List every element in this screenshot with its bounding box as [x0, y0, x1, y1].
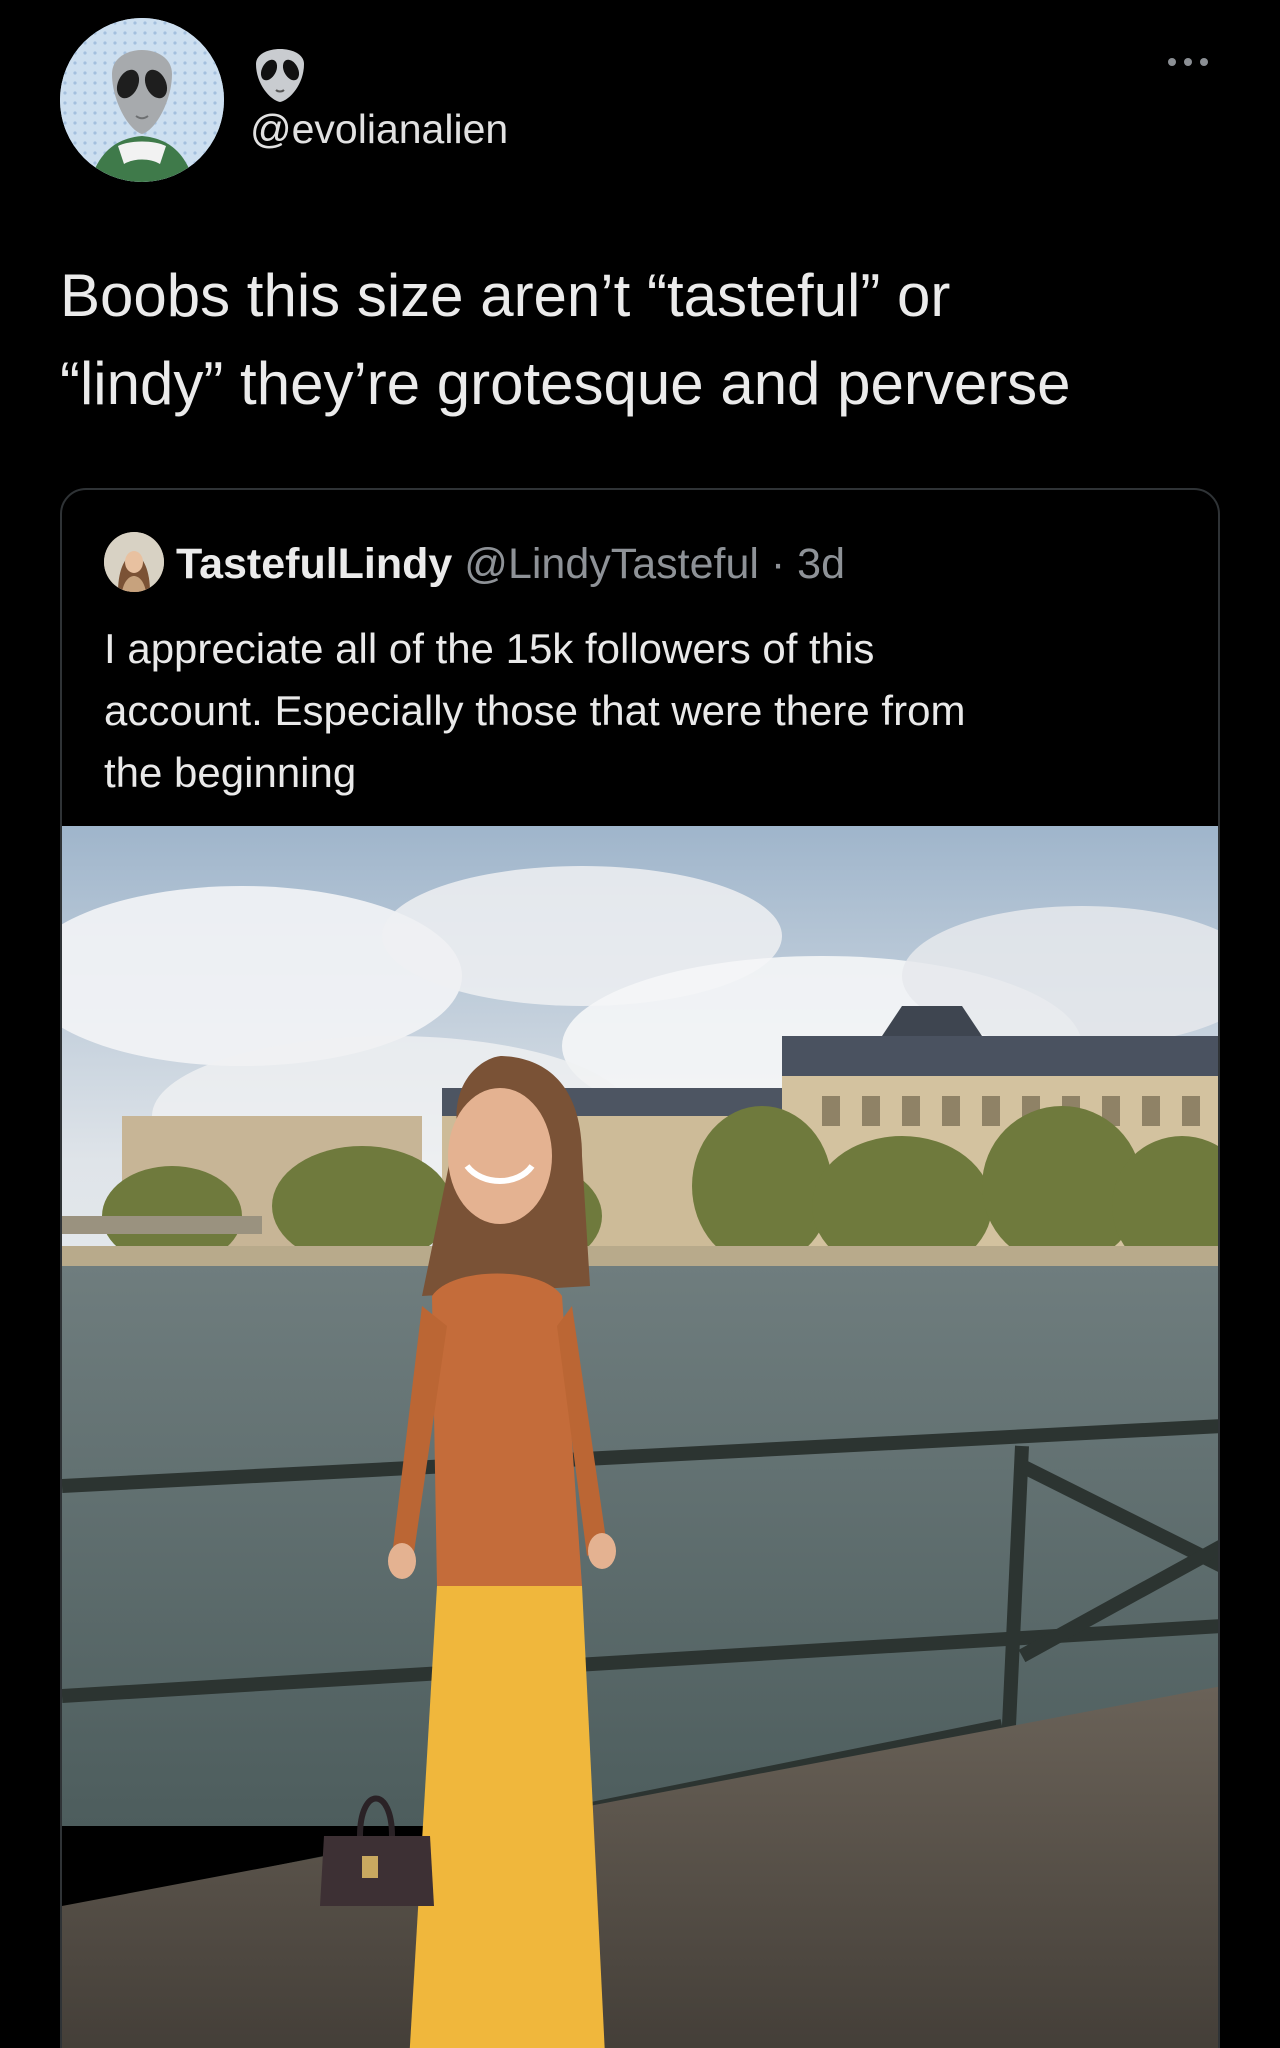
quoted-tweet-text: I appreciate all of the 15k followers of…: [104, 625, 966, 796]
quoted-tweet-header: TastefulLindy @LindyTasteful · 3d: [176, 540, 845, 589]
quoted-timestamp[interactable]: 3d: [797, 540, 845, 588]
author-handle[interactable]: @evolianalien: [250, 106, 508, 153]
more-options-icon[interactable]: [1168, 52, 1216, 72]
quoted-handle[interactable]: @LindyTasteful: [464, 540, 759, 588]
dot: [1184, 58, 1192, 66]
alien-avatar-icon: [60, 18, 224, 182]
dot: [1200, 58, 1208, 66]
alien-emoji-icon: [252, 40, 308, 104]
dot: [1168, 58, 1176, 66]
separator-dot: ·: [758, 540, 798, 588]
author-avatar[interactable]: [60, 18, 224, 182]
profile-photo-icon: [104, 532, 164, 592]
tweet-text: Boobs this size aren’t “tasteful” or “li…: [60, 262, 1071, 417]
quoted-author-avatar[interactable]: [104, 532, 164, 592]
quoted-tweet-card[interactable]: TastefulLindy @LindyTasteful · 3d I appr…: [60, 488, 1220, 2048]
attached-photo[interactable]: [62, 826, 1220, 2048]
quoted-display-name[interactable]: TastefulLindy: [176, 540, 452, 588]
